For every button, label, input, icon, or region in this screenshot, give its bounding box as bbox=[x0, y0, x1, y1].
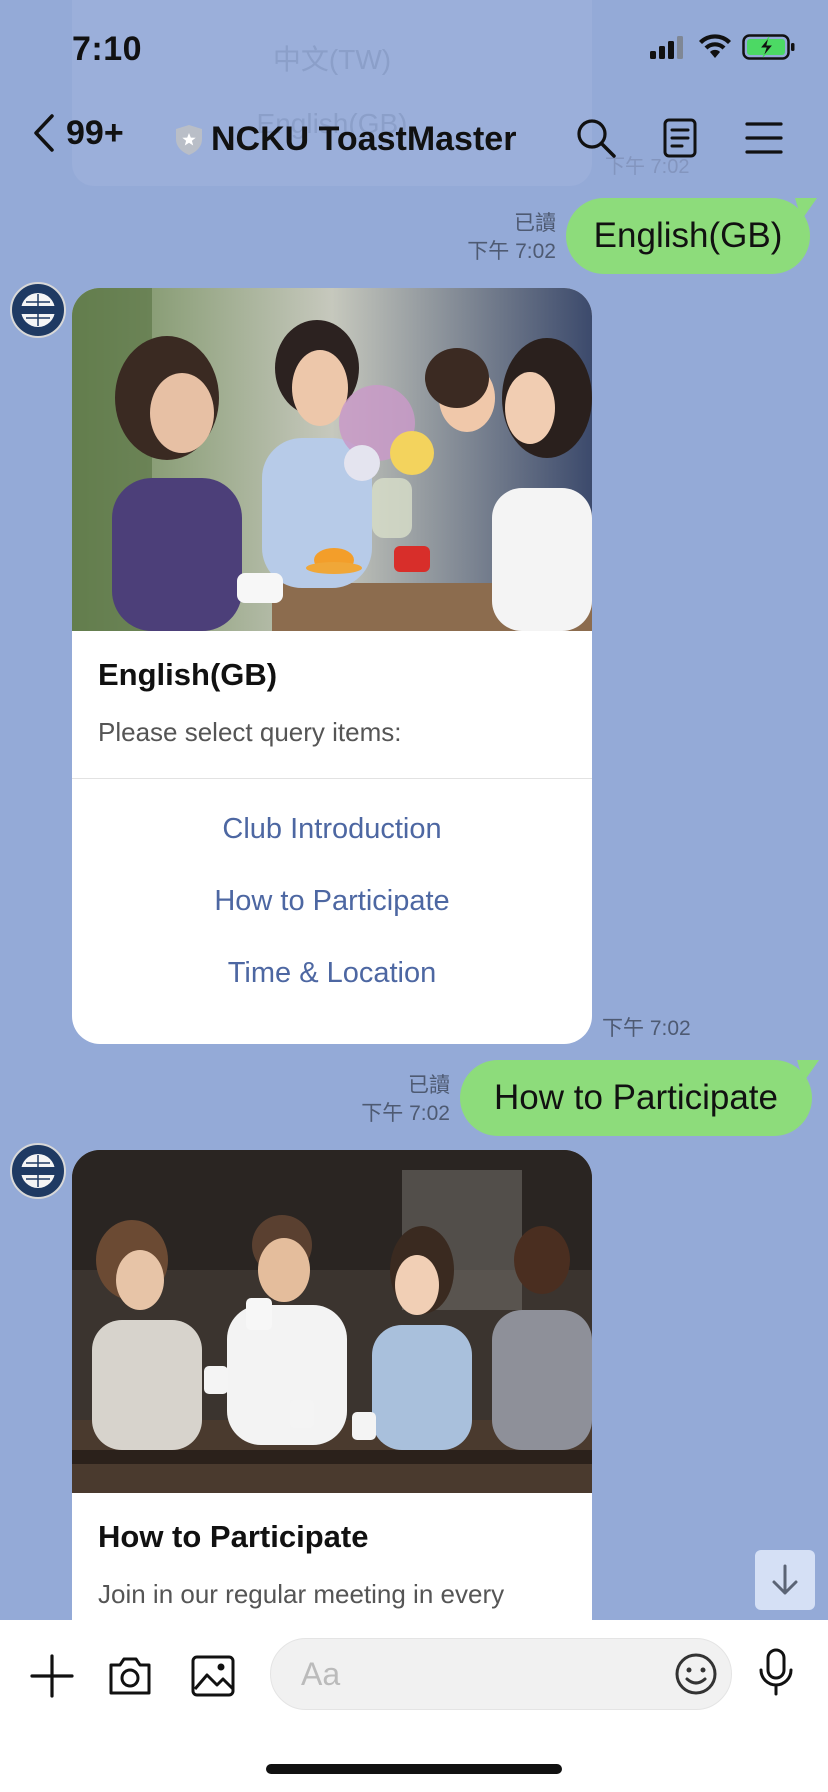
image-icon bbox=[191, 1655, 235, 1697]
camera-button[interactable] bbox=[104, 1650, 156, 1702]
message-time: 下午 7:02 bbox=[602, 1017, 691, 1040]
chat-title-text: NCKU ToastMaster bbox=[211, 120, 517, 158]
outgoing-message-bubble[interactable]: How to Participate bbox=[460, 1060, 812, 1136]
plus-icon bbox=[30, 1654, 74, 1698]
message-meta: 已讀 下午 7:02 bbox=[336, 1072, 450, 1128]
action-how-to-participate[interactable]: How to Participate bbox=[72, 865, 592, 937]
card-title: English(GB) bbox=[98, 657, 278, 692]
action-club-introduction[interactable]: Club Introduction bbox=[72, 793, 592, 865]
read-receipt: 已讀 bbox=[408, 1074, 450, 1097]
friends-photo bbox=[72, 1150, 592, 1493]
message-meta: 已讀 下午 7:02 bbox=[440, 210, 556, 266]
voice-button[interactable] bbox=[750, 1646, 802, 1698]
avatar[interactable] bbox=[10, 1143, 66, 1199]
notes-button[interactable] bbox=[658, 116, 702, 160]
card-title: How to Participate bbox=[98, 1519, 369, 1554]
notes-icon bbox=[663, 118, 697, 158]
gallery-button[interactable] bbox=[187, 1650, 239, 1702]
arrow-down-icon bbox=[772, 1564, 798, 1595]
search-icon bbox=[577, 119, 616, 158]
chat-header: 99+ NCKU ToastMaster bbox=[0, 100, 828, 180]
action-time-location[interactable]: Time & Location bbox=[72, 937, 592, 1009]
card-subtitle: Please select query items: bbox=[98, 717, 402, 747]
message-card: How to Participate Join in our regular m… bbox=[72, 1150, 592, 1670]
add-button[interactable] bbox=[26, 1650, 78, 1702]
emoji-icon bbox=[675, 1653, 717, 1695]
camera-icon bbox=[109, 1657, 151, 1695]
cafe-photo bbox=[72, 288, 592, 631]
unread-count: 99+ bbox=[66, 113, 124, 152]
outgoing-message-bubble[interactable]: English(GB) bbox=[566, 198, 810, 274]
scroll-to-bottom-button[interactable] bbox=[755, 1550, 815, 1610]
toastmasters-logo-icon bbox=[14, 286, 62, 334]
message-card: English(GB) Please select query items: C… bbox=[72, 288, 592, 1044]
card-image-cafe bbox=[72, 288, 592, 631]
cellular-signal-icon bbox=[650, 36, 683, 59]
battery-charging-icon bbox=[742, 34, 795, 60]
status-icons bbox=[650, 34, 796, 60]
microphone-icon bbox=[759, 1648, 793, 1696]
wifi-icon bbox=[699, 34, 731, 58]
message-text: English(GB) bbox=[593, 216, 783, 255]
toastmasters-logo-icon bbox=[14, 1147, 62, 1195]
official-shield-icon bbox=[176, 124, 202, 155]
emoji-button[interactable] bbox=[670, 1648, 722, 1700]
card-image-friends bbox=[72, 1150, 592, 1493]
chevron-left-icon bbox=[34, 114, 54, 152]
back-button[interactable]: 99+ bbox=[30, 112, 124, 154]
message-time: 下午 7:02 bbox=[361, 1102, 450, 1125]
home-indicator bbox=[266, 1764, 562, 1774]
message-input[interactable]: Aa bbox=[270, 1638, 732, 1710]
chat-screen: 中文(TW) English(GB) 下午 7:02 7:10 99+ NCKU… bbox=[0, 0, 828, 1792]
avatar[interactable] bbox=[10, 282, 66, 338]
search-button[interactable] bbox=[574, 116, 618, 160]
message-text: How to Participate bbox=[493, 1078, 779, 1117]
status-bar: 7:10 bbox=[0, 0, 828, 100]
chat-title[interactable]: NCKU ToastMaster bbox=[175, 120, 516, 159]
hamburger-menu-icon bbox=[745, 122, 783, 154]
status-time: 7:10 bbox=[72, 30, 143, 68]
message-time: 下午 7:02 bbox=[467, 240, 556, 263]
read-receipt: 已讀 bbox=[514, 212, 556, 235]
menu-button[interactable] bbox=[742, 116, 786, 160]
